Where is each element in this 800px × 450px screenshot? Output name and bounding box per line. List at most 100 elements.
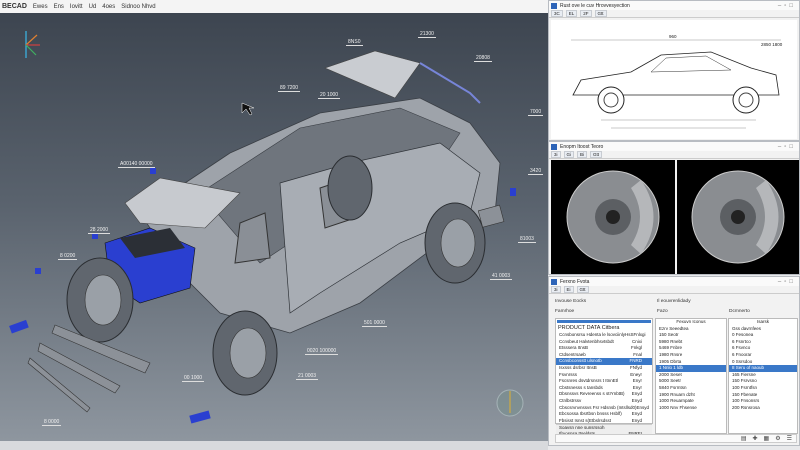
list-item[interactable]: 1900 Rnuarn dzht [656,392,726,399]
tool-button[interactable]: Gtt [594,10,607,17]
list-item[interactable]: Cbstsnesss s tansbds Enyr [556,385,652,392]
callout[interactable]: 89 7200 [278,85,301,92]
item-value: Fnal [633,351,642,357]
item-label: 100 Fnsonsrs [732,398,760,404]
column-header[interactable]: Famrhoe [555,309,574,314]
tool-button[interactable]: Ei [563,286,574,293]
list-item[interactable]: Gss davrnfees [729,326,797,333]
status-toolbar: ▤ ✚ ▦ ⚙ ☰ [555,434,797,443]
menu-item[interactable]: Ewes [33,4,48,10]
callout[interactable]: 8 0000 [42,419,62,426]
list-item[interactable]: 5000 Seetr [656,378,726,385]
list-item[interactable]: 200 Rsnsrosa [729,405,797,412]
callout[interactable]: 00 1000 [182,375,205,382]
list-item[interactable]: Fsvnrsss Eneyr [556,372,652,379]
callout[interactable]: 20 1000 [318,92,341,99]
list-item[interactable]: 0 Ssrsdoo [729,359,797,366]
callout[interactable]: 28 2000 [88,227,111,234]
grid-icon[interactable]: ▦ [764,435,770,442]
menu-item[interactable]: 4oes [102,4,115,10]
list-item[interactable]: Dbsnssvs Revreenss s stIYnbtB) Enyd [556,391,652,398]
part-list[interactable]: Fexuvn Iconus Ezrv Seeedtea 150 Seotr 5980… [655,318,727,434]
window-controls[interactable]: –▫□ [778,144,796,150]
menu-item[interactable]: Sidnoo Nhvd [121,4,155,10]
3d-viewport[interactable]: 8NS0 21300 20808 89 7200 20 1000 A00140 … [0,13,548,441]
menu-item[interactable]: Ens [54,4,64,10]
list-item[interactable]: 1000 Reuarnpate [656,398,726,405]
column-header[interactable]: Fazo [657,309,668,314]
item-label: 200 Rsnsrosa [732,404,760,410]
menu-item[interactable]: Iovitt [70,4,83,10]
callout[interactable]: 20808 [474,55,492,62]
list-item[interactable]: 165 Fiersne [729,372,797,379]
list-item[interactable]: 1905 Dbrta [656,359,726,366]
print-icon[interactable]: ▤ [741,435,747,442]
list-item[interactable]: 150 Fsrvsno [729,378,797,385]
tool-button[interactable]: 3i [551,151,561,158]
list-item[interactable]: Ccnsbconsstt ulsnotb FNRD [556,358,652,365]
callout[interactable]: 8 0200 [58,253,78,260]
callout[interactable]: 501 0000 [362,320,387,327]
callout[interactable]: 3420 [528,168,544,175]
tool-button[interactable]: EL [565,10,578,17]
window-controls[interactable]: –▫□ [778,279,796,285]
list-item[interactable]: 150 Seotr [656,332,726,339]
list-item[interactable]: Ctnlbstrssv Enyd [556,398,652,405]
callout[interactable]: 8NS0 [346,39,363,46]
list-item[interactable]: Fscsnres dsvtdrsnsrs t ItnnEtl Enyr [556,378,652,385]
list-item[interactable]: 6 Fsvnco [729,345,797,352]
list-item[interactable]: Ccnsbonsrsu Hdenta le lsovciinlyHsS Fnlxg… [556,332,652,339]
brake-disc-right [691,170,785,264]
plus-icon[interactable]: ✚ [753,435,758,442]
list-item[interactable]: 0 Fesonea [729,332,797,339]
list-item[interactable]: 5980 Rnebt [656,339,726,346]
list-item[interactable]: 8 Seru of naoub [729,365,797,372]
item-label: 6 Fsnrtco [732,338,751,344]
list-item[interactable]: 1 Nnlo 1 ldb [656,365,726,372]
list-item[interactable]: 100 Fsrntfsn [729,385,797,392]
window-controls[interactable]: –▫□ [778,3,796,9]
callout[interactable]: 21300 [418,31,436,38]
tool-button[interactable]: Gtt [576,286,589,293]
menu-item[interactable]: Ud [89,4,97,10]
tool-button[interactable]: Gtt [590,151,603,158]
tool-button[interactable]: Gi [563,151,575,158]
callout[interactable]: 0020 100000 [305,348,339,355]
tool-button[interactable]: 3C [551,10,563,17]
app-name: BECAD [2,3,27,10]
list-item[interactable]: Ezrv Seeedtea [656,326,726,333]
callout[interactable]: 81003 [518,236,536,243]
list-item[interactable]: Ebcsossa Ibsrtbsn bnsss Hsblf) Enyd [556,411,652,418]
tool-button[interactable]: Bi [577,151,588,158]
product-data-list[interactable]: PRODUCT DATA Citbera Ccnsbonsrsu Hdenta … [555,318,653,438]
settings-icon[interactable]: ⚙ [775,435,780,442]
list-item[interactable]: Fbsisst Isnst s(Etbslrsdsst Enyd [556,418,652,425]
list-item[interactable]: 1980 Rnsre [656,352,726,359]
column-header[interactable]: Dcmnerto [729,309,750,314]
callout[interactable]: 7000 [528,109,544,116]
item-label: 5840 Fsrmtsn [659,384,687,390]
list-item[interactable]: 6 Fnoorar [729,352,797,359]
callout[interactable]: A00140 00000 [118,161,155,168]
list-item[interactable]: 6 Fsnrtco [729,339,797,346]
list-item[interactable]: Ctdsentrsaeb Fnal [556,352,652,359]
callout[interactable]: 21 0003 [296,373,319,380]
list-item[interactable]: 150 Fbenate [729,392,797,399]
list-item[interactable]: Isxsss dsrbsr ItnsB FNfyd [556,365,652,372]
list-item[interactable]: Cbscsrvnvnssvs Fsr Hdsnsb (Intsllsd0) Ens… [556,405,652,412]
list-item[interactable]: 100 Fnsonsrs [729,398,797,405]
list-item[interactable]: 1000 Nnv Fhsense [656,405,726,412]
list-item[interactable]: 5840 Fsrmtsn [656,385,726,392]
list-item[interactable]: 2000 Seset [656,372,726,379]
list-item[interactable]: Etsssera ItnsB Fnkgl [556,345,652,352]
callout[interactable]: 41 0003 [490,273,513,280]
tool-button[interactable]: 3i [551,286,561,293]
document-list[interactable]: Isarsk Gss davrnfees 0 Fesonea 6 Fsnrtco 6 … [728,318,798,434]
menu-bar: BECAD Ewes Ens Iovitt Ud 4oes Sidnoo Nhv… [0,0,548,13]
list-item[interactable]: 5469 Fnbre [656,345,726,352]
layout-icon[interactable]: ☰ [787,435,792,442]
tool-button[interactable]: 2F [580,10,592,17]
list-item[interactable]: Ccnsbeut Halvtenbhsvtsbdt Cnixi [556,339,652,346]
brake-disc-left [566,170,660,264]
item-value: Cnixi [631,338,642,344]
